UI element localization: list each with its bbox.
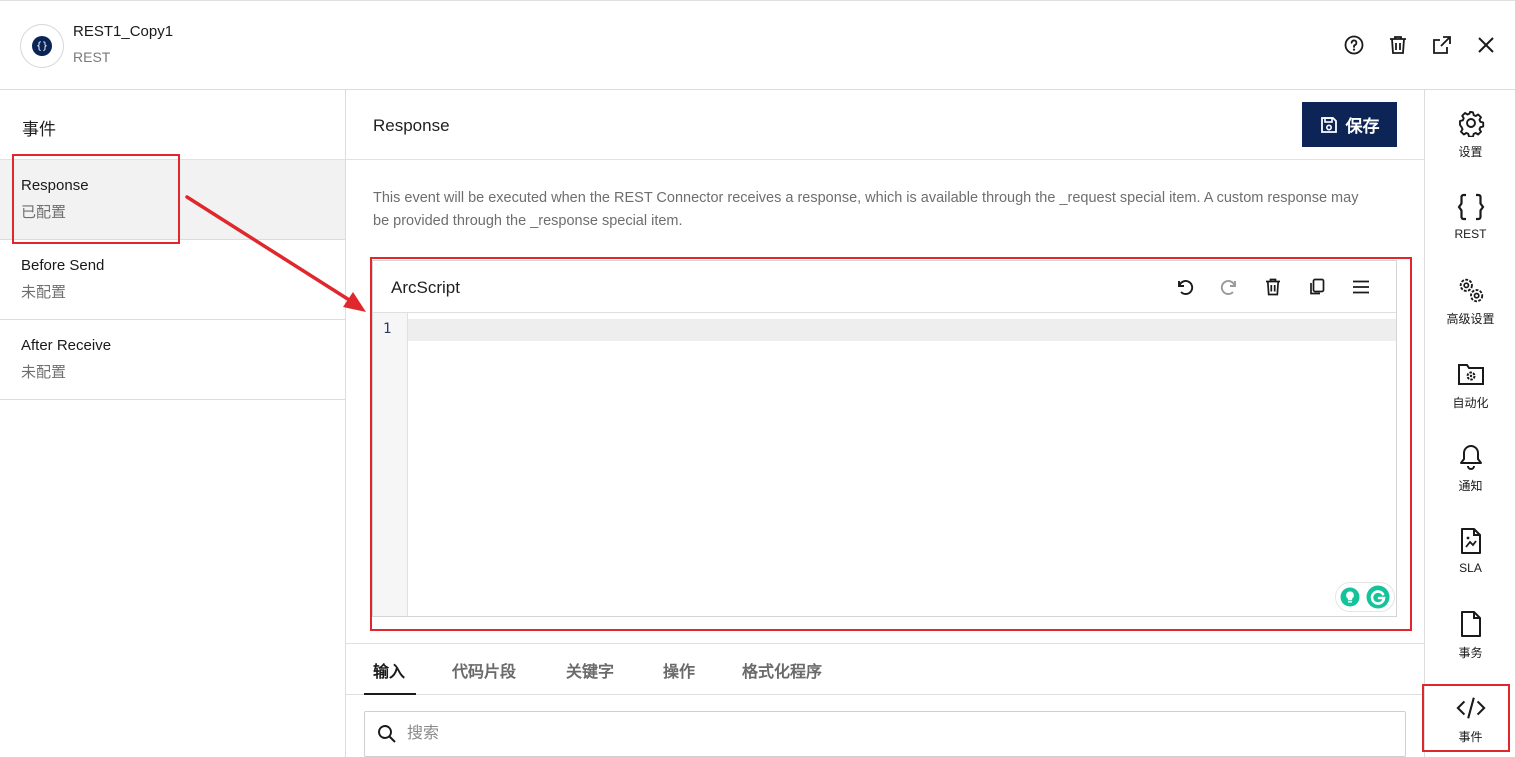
search-input[interactable] (407, 712, 1387, 756)
event-item-before-send[interactable]: Before Send 未配置 (0, 240, 345, 320)
rail-item-label: 设置 (1458, 145, 1483, 159)
help-icon[interactable] (1343, 34, 1365, 56)
event-name: Before Send (21, 257, 105, 274)
rail-item-automation[interactable]: 自动化 (1425, 355, 1515, 425)
external-link-icon[interactable] (1431, 34, 1453, 56)
tab-formatters[interactable]: 格式化程序 (742, 658, 822, 682)
rail-item-sla[interactable]: SLA (1425, 522, 1515, 592)
rail-item-events[interactable]: 事件 (1425, 689, 1515, 757)
gears-icon (1456, 275, 1486, 305)
code-icon (1455, 693, 1486, 723)
line-gutter: 1 (373, 313, 408, 616)
undo-icon[interactable] (1174, 276, 1196, 298)
trash-icon[interactable] (1387, 34, 1409, 56)
event-status: 已配置 (21, 204, 67, 221)
search-icon (378, 725, 396, 743)
braces-icon: {} (32, 36, 52, 56)
editor-title: ArcScript (391, 278, 460, 297)
clear-code-icon[interactable] (1262, 276, 1284, 298)
braces-icon (1456, 192, 1486, 222)
rail-item-label: 高级设置 (1446, 312, 1495, 326)
rail-item-label: 自动化 (1452, 396, 1489, 410)
bell-icon (1456, 442, 1486, 472)
rail-item-advanced[interactable]: 高级设置 (1425, 271, 1515, 341)
rail-item-label: 事务 (1458, 646, 1483, 660)
rail-item-label: SLA (1459, 561, 1482, 575)
events-panel-title: 事件 (0, 90, 345, 160)
event-item-after-receive[interactable]: After Receive 未配置 (0, 320, 345, 400)
search-box (364, 711, 1406, 757)
rail-item-label: REST (1454, 227, 1487, 241)
tab-keywords[interactable]: 关键字 (566, 658, 614, 682)
event-status: 未配置 (21, 364, 67, 381)
grammarly-icon (1366, 585, 1390, 609)
save-button[interactable]: 保存 (1302, 102, 1397, 147)
event-description: This event will be executed when the RES… (373, 190, 1359, 229)
header: {} REST1_Copy1 REST (0, 0, 1515, 90)
connector-title: REST1_Copy1 (73, 23, 174, 40)
grammarly-widget[interactable] (1335, 582, 1395, 612)
events-panel: 事件 Response 已配置 Before Send 未配置 After Re… (0, 90, 346, 757)
bulb-icon (1340, 587, 1360, 607)
page-title: Response (373, 116, 450, 135)
tab-snippets[interactable]: 代码片段 (452, 658, 516, 682)
chart-file-icon (1456, 526, 1486, 556)
main-panel: Response 保存 This event will be executed … (346, 90, 1424, 757)
event-status: 未配置 (21, 284, 67, 301)
save-button-label: 保存 (1345, 117, 1380, 136)
rail-item-label: 事件 (1458, 730, 1483, 744)
event-name: After Receive (21, 337, 112, 354)
event-name: Response (21, 177, 89, 194)
editor-tabs: 输入 代码片段 关键字 操作 格式化程序 (346, 643, 1424, 695)
code-editor: ArcScript 1 (372, 260, 1397, 617)
active-tab-indicator (364, 693, 416, 695)
menu-icon[interactable] (1350, 276, 1372, 298)
settings-rail: 设置 REST 高级设置 自动化 通知 SLA 事务 事件 (1424, 90, 1515, 757)
line-number: 1 (383, 321, 392, 337)
rail-item-transactions[interactable]: 事务 (1425, 605, 1515, 675)
tab-operations[interactable]: 操作 (663, 658, 695, 682)
save-icon (1320, 116, 1337, 133)
close-icon[interactable] (1475, 34, 1497, 56)
copy-icon[interactable] (1306, 276, 1328, 298)
main-header: Response 保存 (346, 90, 1424, 160)
event-item-response[interactable]: Response 已配置 (0, 160, 345, 240)
gear-icon (1456, 108, 1486, 138)
rail-item-settings[interactable]: 设置 (1425, 104, 1515, 174)
editor-toolbar: ArcScript (373, 261, 1396, 313)
connector-logo: {} (20, 24, 64, 68)
connector-type: REST (73, 49, 111, 65)
file-icon (1456, 609, 1486, 639)
code-input-area[interactable] (409, 313, 1396, 616)
rail-item-label: 通知 (1458, 479, 1483, 493)
tab-input[interactable]: 输入 (373, 658, 405, 682)
redo-icon[interactable] (1218, 276, 1240, 298)
app-window: {} REST1_Copy1 REST 事件 Response 已配置 Befo… (0, 0, 1515, 757)
folder-gear-icon (1456, 359, 1486, 389)
rail-item-rest[interactable]: REST (1425, 188, 1515, 258)
rail-item-notifications[interactable]: 通知 (1425, 438, 1515, 508)
